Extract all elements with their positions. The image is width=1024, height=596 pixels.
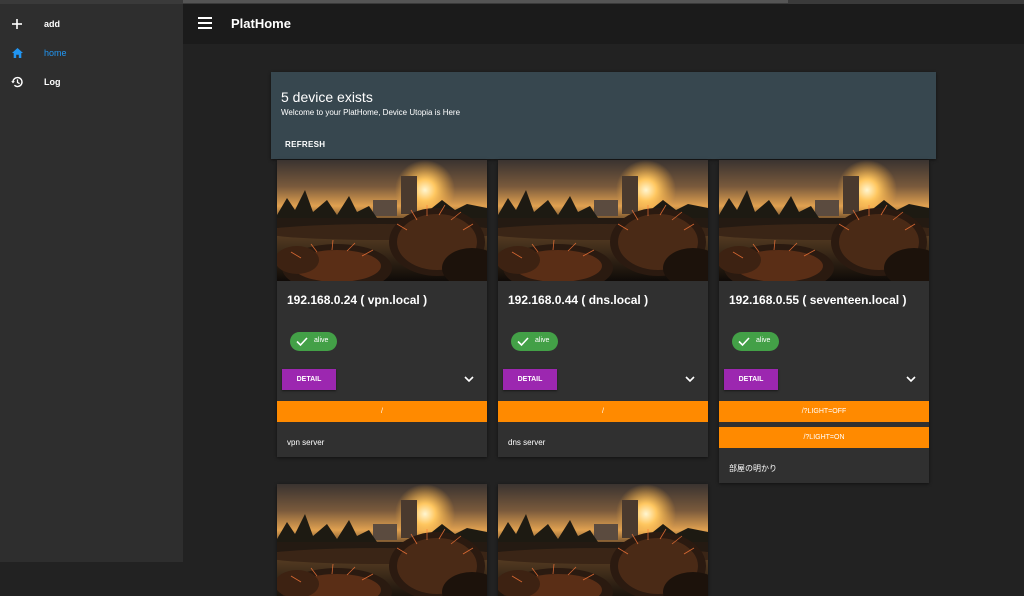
device-card xyxy=(277,484,487,596)
check-icon xyxy=(738,337,750,347)
sidebar-item-label: add xyxy=(44,19,61,29)
device-card: 192.168.0.24 ( vpn.local ) alive DETAIL … xyxy=(277,160,487,457)
history-icon xyxy=(10,75,24,89)
sidebar-footer-area xyxy=(0,562,183,596)
device-description: 部屋の明かり xyxy=(729,464,777,473)
device-title: 192.168.0.55 ( seventeen.local ) xyxy=(729,293,907,307)
welcome-subtitle: Welcome to your PlatHome, Device Utopia … xyxy=(281,108,461,117)
chevron-down-icon[interactable] xyxy=(463,374,475,384)
menu-icon[interactable] xyxy=(198,17,212,29)
light-off-button[interactable]: /?LIGHT=OFF xyxy=(719,401,929,422)
chevron-down-icon[interactable] xyxy=(684,374,696,384)
device-card: 192.168.0.55 ( seventeen.local ) alive D… xyxy=(719,160,929,483)
app-bar: PlatHome xyxy=(183,4,1024,44)
device-count-title: 5 device exists xyxy=(281,89,373,105)
status-label: alive xyxy=(314,337,329,344)
sidebar-item-label: home xyxy=(44,48,67,58)
chevron-down-icon[interactable] xyxy=(905,374,917,384)
refresh-button[interactable]: REFRESH xyxy=(285,140,325,149)
device-photo xyxy=(719,160,929,281)
check-icon xyxy=(517,337,529,347)
sidebar-item-add[interactable]: add xyxy=(0,9,183,39)
status-chip[interactable]: alive xyxy=(511,332,558,351)
sidebar-item-log[interactable]: Log xyxy=(0,67,183,97)
sidebar: add home Log xyxy=(0,4,183,562)
detail-button[interactable]: DETAIL xyxy=(282,369,336,390)
device-photo xyxy=(277,484,487,596)
status-chip[interactable]: alive xyxy=(732,332,779,351)
plus-icon xyxy=(10,17,24,31)
detail-button[interactable]: DETAIL xyxy=(724,369,778,390)
home-icon xyxy=(10,46,24,60)
device-description: vpn server xyxy=(287,438,325,447)
sidebar-item-label: Log xyxy=(44,77,61,87)
device-card xyxy=(498,484,708,596)
device-photo xyxy=(498,160,708,281)
device-description: dns server xyxy=(508,438,546,447)
detail-button[interactable]: DETAIL xyxy=(503,369,557,390)
action-button[interactable]: / xyxy=(498,401,708,422)
top-strip-highlight xyxy=(183,0,788,3)
summary-banner: 5 device exists Welcome to your PlatHome… xyxy=(271,72,936,159)
device-photo xyxy=(498,484,708,596)
device-title: 192.168.0.24 ( vpn.local ) xyxy=(287,293,428,307)
check-icon xyxy=(296,337,308,347)
device-card: 192.168.0.44 ( dns.local ) alive DETAIL … xyxy=(498,160,708,457)
action-button[interactable]: / xyxy=(277,401,487,422)
app-title: PlatHome xyxy=(231,16,291,31)
status-label: alive xyxy=(756,337,771,344)
status-chip[interactable]: alive xyxy=(290,332,337,351)
status-label: alive xyxy=(535,337,550,344)
device-photo xyxy=(277,160,487,281)
device-title: 192.168.0.44 ( dns.local ) xyxy=(508,293,649,307)
light-on-button[interactable]: /?LIGHT=ON xyxy=(719,427,929,448)
sidebar-item-home[interactable]: home xyxy=(0,38,183,68)
